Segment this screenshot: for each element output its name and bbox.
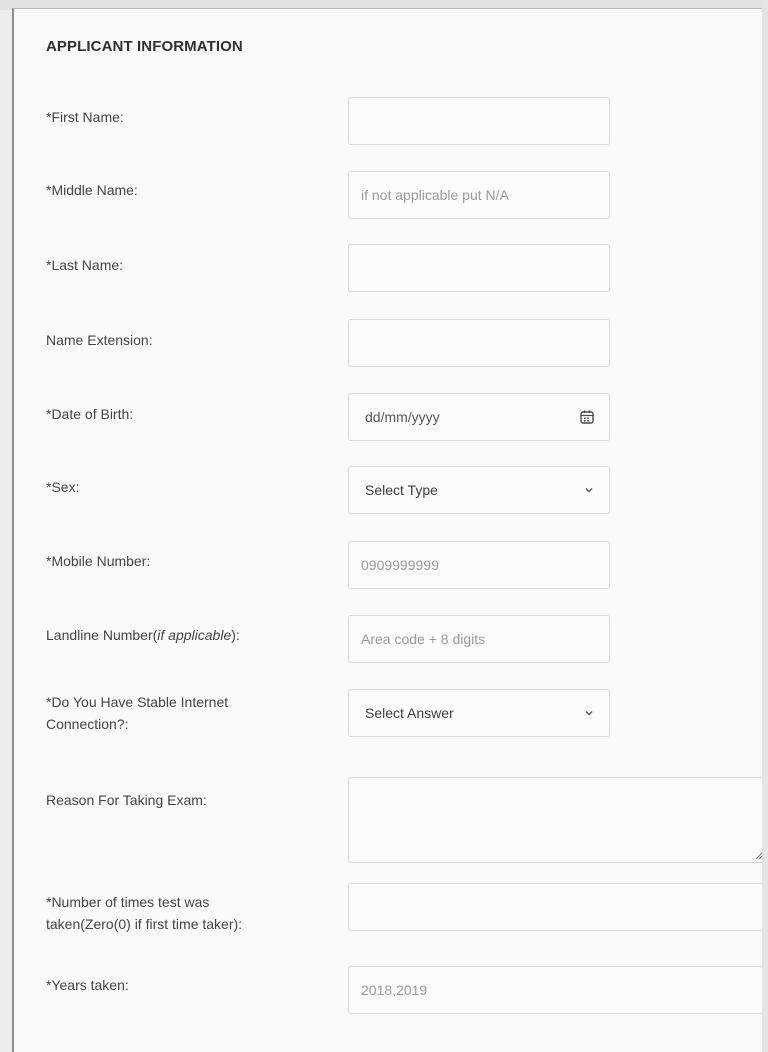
sex-label: *Sex:	[46, 479, 80, 495]
page-right-edge	[762, 0, 768, 1052]
section-title: APPLICANT INFORMATION	[46, 38, 243, 55]
sex-select[interactable]: Select Type	[348, 466, 610, 514]
years-taken-input[interactable]	[348, 966, 766, 1014]
mobile-number-input[interactable]	[348, 541, 610, 589]
stable-internet-label-line1: *Do You Have Stable Internet	[46, 694, 229, 710]
reason-for-exam-label: Reason For Taking Exam:	[46, 792, 207, 808]
date-of-birth-value: dd/mm/yyyy	[365, 409, 440, 425]
name-extension-input[interactable]	[348, 319, 610, 367]
times-taken-input[interactable]	[348, 883, 766, 931]
times-taken-label-line2: taken(Zero(0) if first time taker):	[46, 916, 243, 932]
stable-internet-label: *Do You Have Stable Internet Connection?…	[46, 691, 228, 735]
reason-for-exam-wrapper	[348, 777, 766, 863]
reason-for-exam-textarea[interactable]	[348, 777, 766, 863]
last-name-label: *Last Name:	[46, 257, 124, 273]
middle-name-label: *Middle Name:	[46, 182, 138, 198]
date-of-birth-label: *Date of Birth:	[46, 406, 134, 422]
stable-internet-select[interactable]: Select Answer	[348, 689, 610, 737]
landline-label-end: ):	[231, 627, 240, 643]
sex-selected-value: Select Type	[365, 482, 438, 498]
first-name-input[interactable]	[348, 97, 610, 145]
chevron-down-icon	[583, 484, 595, 496]
applicant-form: APPLICANT INFORMATION *First Name: *Midd…	[12, 8, 766, 1052]
landline-number-input[interactable]	[348, 615, 610, 663]
years-taken-label: *Years taken:	[46, 977, 129, 993]
times-taken-label: *Number of times test was taken(Zero(0) …	[46, 891, 242, 935]
calendar-icon[interactable]	[579, 409, 595, 425]
times-taken-label-line1: *Number of times test was	[46, 894, 210, 910]
landline-label-italic: if applicable	[157, 627, 232, 643]
stable-internet-label-line2: Connection?:	[46, 716, 129, 732]
name-extension-label: Name Extension:	[46, 332, 153, 348]
date-of-birth-input[interactable]: dd/mm/yyyy	[348, 393, 610, 441]
landline-label-main: Landline Number(	[46, 627, 158, 643]
chevron-down-icon	[583, 707, 595, 719]
landline-number-label: Landline Number(if applicable):	[46, 624, 240, 646]
first-name-label: *First Name:	[46, 109, 124, 125]
middle-name-input[interactable]	[348, 171, 610, 219]
last-name-input[interactable]	[348, 244, 610, 292]
mobile-number-label: *Mobile Number:	[46, 553, 151, 569]
stable-internet-selected-value: Select Answer	[365, 705, 454, 721]
